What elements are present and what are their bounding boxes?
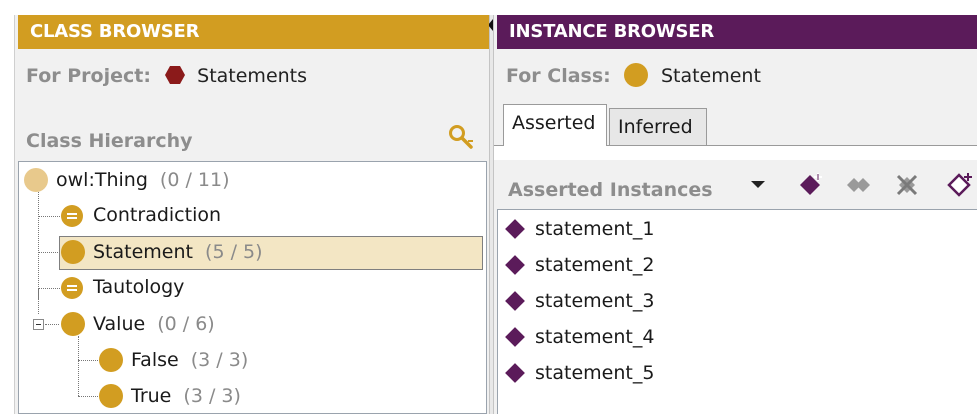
tree-connector <box>38 216 60 217</box>
tree-item-value[interactable]: Value (0 / 6) <box>93 307 215 341</box>
tree-connector <box>45 324 59 325</box>
tree-item-owl-thing[interactable]: owl:Thing (0 / 11) <box>56 163 230 197</box>
for-class-label: For Class: <box>506 65 611 87</box>
tree-item-label: owl:Thing <box>56 169 148 191</box>
tree-item-count: (0 / 11) <box>159 169 230 191</box>
tree-item-label: Statement <box>93 241 193 263</box>
instance-label: statement_5 <box>535 362 655 384</box>
tree-connector <box>38 288 60 289</box>
tree-item-count: (5 / 5) <box>205 241 263 263</box>
project-name: Statements <box>197 65 308 87</box>
tree-item-true[interactable]: True (3 / 3) <box>131 379 241 413</box>
delete-instance-icon[interactable] <box>893 172 921 198</box>
list-item[interactable]: statement_1 <box>504 212 654 246</box>
instance-label: statement_3 <box>535 290 655 312</box>
tree-item-contradiction[interactable]: Contradiction <box>93 198 221 232</box>
list-item[interactable]: statement_2 <box>504 248 654 282</box>
tree-connector <box>38 288 39 314</box>
tree-item-count: (0 / 6) <box>157 313 215 335</box>
tree-item-label: Tautology <box>93 276 185 298</box>
tree-item-tautology[interactable]: Tautology <box>93 270 184 304</box>
class-circle-icon <box>99 348 123 372</box>
search-icon[interactable] <box>447 122 475 150</box>
for-class-name: Statement <box>660 65 761 87</box>
instance-diamond-icon <box>505 219 525 239</box>
class-circle-icon <box>623 63 648 87</box>
tree-connector <box>38 192 39 299</box>
tree-item-label: False <box>131 349 179 371</box>
class-circle-icon <box>61 312 85 336</box>
asserted-instances-title: Asserted Instances <box>508 179 713 201</box>
add-type-icon[interactable] <box>945 172 977 198</box>
list-item[interactable]: statement_4 <box>504 320 654 354</box>
copy-instance-icon[interactable] <box>845 172 873 198</box>
tree-connector <box>78 360 98 361</box>
tree-item-label: Contradiction <box>93 204 222 226</box>
left-edge <box>14 15 15 414</box>
class-hierarchy-title: Class Hierarchy <box>26 130 193 152</box>
instance-label: statement_4 <box>535 326 655 348</box>
class-tree[interactable] <box>18 161 487 414</box>
class-browser-header: CLASS BROWSER <box>18 15 489 49</box>
instance-diamond-icon <box>505 255 525 275</box>
list-item[interactable]: statement_5 <box>504 356 654 390</box>
instance-browser-header: INSTANCE BROWSER <box>497 15 977 49</box>
instance-diamond-icon <box>505 363 525 383</box>
tree-connector <box>78 336 79 396</box>
list-item[interactable]: statement_3 <box>504 284 654 318</box>
instance-diamond-icon <box>505 327 525 347</box>
tab-asserted[interactable]: Asserted <box>503 104 607 146</box>
instance-label: statement_2 <box>535 254 655 276</box>
owl-thing-class-icon <box>24 168 48 192</box>
instance-label: statement_1 <box>535 218 655 240</box>
class-circle-icon <box>61 240 85 264</box>
project-row: For Project: Statements <box>26 61 307 91</box>
project-hexagon-icon <box>165 66 186 84</box>
tab-inferred[interactable]: Inferred <box>609 108 707 146</box>
tree-item-false[interactable]: False (3 / 3) <box>131 343 248 377</box>
tree-connector <box>38 252 60 253</box>
defined-class-icon <box>61 277 83 299</box>
project-label: For Project: <box>26 65 151 87</box>
tree-item-count: (3 / 3) <box>183 385 241 407</box>
tree-item-statement[interactable]: Statement (5 / 5) <box>93 235 263 269</box>
for-class-row: For Class: Statement <box>506 61 761 91</box>
collapse-toggle-value[interactable] <box>33 319 44 330</box>
class-circle-icon <box>99 384 123 408</box>
tab-content-area <box>494 146 977 160</box>
create-instance-icon[interactable] <box>796 172 828 198</box>
tree-item-label: Value <box>93 313 146 335</box>
tree-item-label: True <box>131 385 172 407</box>
instance-diamond-icon <box>505 291 525 311</box>
tree-item-count: (3 / 3) <box>190 349 249 371</box>
view-menu-dropdown-icon[interactable] <box>748 172 768 198</box>
tree-connector <box>78 396 98 397</box>
defined-class-icon <box>61 205 83 227</box>
